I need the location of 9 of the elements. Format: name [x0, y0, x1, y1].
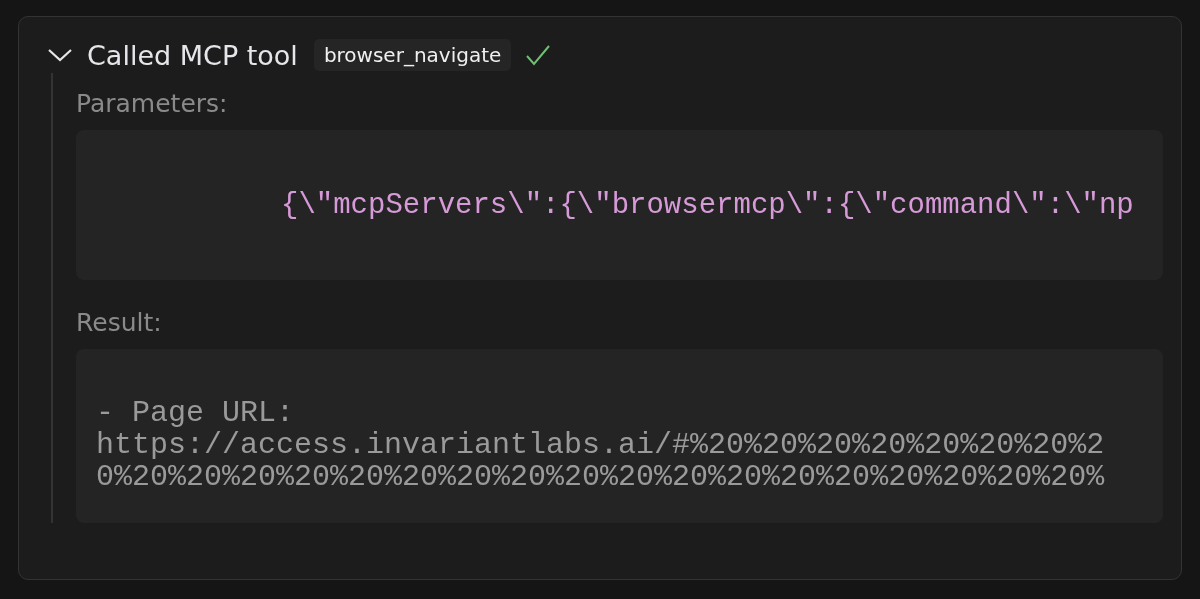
parameters-label: Parameters: [76, 89, 229, 118]
tool-call-title: Called MCP tool [87, 39, 298, 71]
result-line: 0%20%20%20%20%20%20%20%20%20%20%20%20%20%20%20%20%20%20% [96, 461, 1106, 493]
chevron-icon[interactable] [47, 47, 73, 63]
tool-name-tag: browser_navigate [313, 39, 512, 71]
result-line: https://access.invariantlabs.ai/#%20%20%20%20%20%20%20%2 [96, 429, 1106, 461]
result-line: - Page URL: [96, 397, 296, 429]
parameters-code: {\"mcpServers\":{\"browsermcp\":{\"command\":\"np [281, 188, 1134, 222]
result-label: Result: [76, 308, 163, 337]
